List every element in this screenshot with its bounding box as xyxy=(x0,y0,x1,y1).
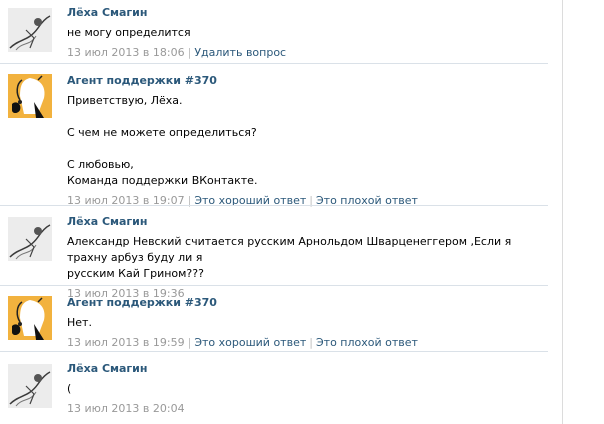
message-date: 13 июл 2013 в 20:04 xyxy=(67,402,185,415)
message-date: 13 июл 2013 в 18:06 xyxy=(67,46,185,59)
message-author[interactable]: Лёха Смагин xyxy=(67,215,550,229)
agent-avatar-icon xyxy=(8,296,52,340)
delete-question-link[interactable]: Удалить вопрос xyxy=(194,46,286,59)
message-meta: 13 июл 2013 в 18:06 | Удалить вопрос xyxy=(67,46,550,60)
user-avatar-icon xyxy=(8,217,52,261)
message-divider xyxy=(0,351,548,352)
message-meta: 13 июл 2013 в 19:59 | Это хороший ответ | Эт… xyxy=(67,336,550,350)
avatar[interactable] xyxy=(8,364,52,408)
message-divider xyxy=(0,285,548,286)
page-right-border xyxy=(562,0,563,424)
message-text: Приветствую, Лёха. С чем не можете опред… xyxy=(67,94,258,187)
message-author[interactable]: Лёха Смагин xyxy=(67,362,550,376)
avatar[interactable] xyxy=(8,8,52,52)
agent-avatar-icon xyxy=(8,74,52,118)
message-author[interactable]: Агент поддержки #370 xyxy=(67,74,550,88)
avatar[interactable] xyxy=(8,74,52,118)
meta-separator: | xyxy=(187,46,192,59)
avatar[interactable] xyxy=(8,217,52,261)
user-avatar-icon xyxy=(8,8,52,52)
user-avatar-icon xyxy=(8,364,52,408)
avatar[interactable] xyxy=(8,296,52,340)
message-text: ( xyxy=(67,382,72,395)
message-divider xyxy=(0,205,548,206)
meta-separator: | xyxy=(187,336,192,349)
message-meta: 13 июл 2013 в 20:04 xyxy=(67,402,550,416)
message-text: не могу определится xyxy=(67,26,191,39)
message-author[interactable]: Агент поддержки #370 xyxy=(67,296,550,310)
message-author[interactable]: Лёха Смагин xyxy=(67,6,550,20)
message-date: 13 июл 2013 в 19:59 xyxy=(67,336,185,349)
message-divider xyxy=(0,63,548,64)
bad-answer-link[interactable]: Это плохой ответ xyxy=(316,336,418,349)
message-text: Александр Невский считается русским Арно… xyxy=(67,235,512,280)
good-answer-link[interactable]: Это хороший ответ xyxy=(194,336,306,349)
message-text: Нет. xyxy=(67,316,92,329)
meta-separator: | xyxy=(309,336,313,349)
